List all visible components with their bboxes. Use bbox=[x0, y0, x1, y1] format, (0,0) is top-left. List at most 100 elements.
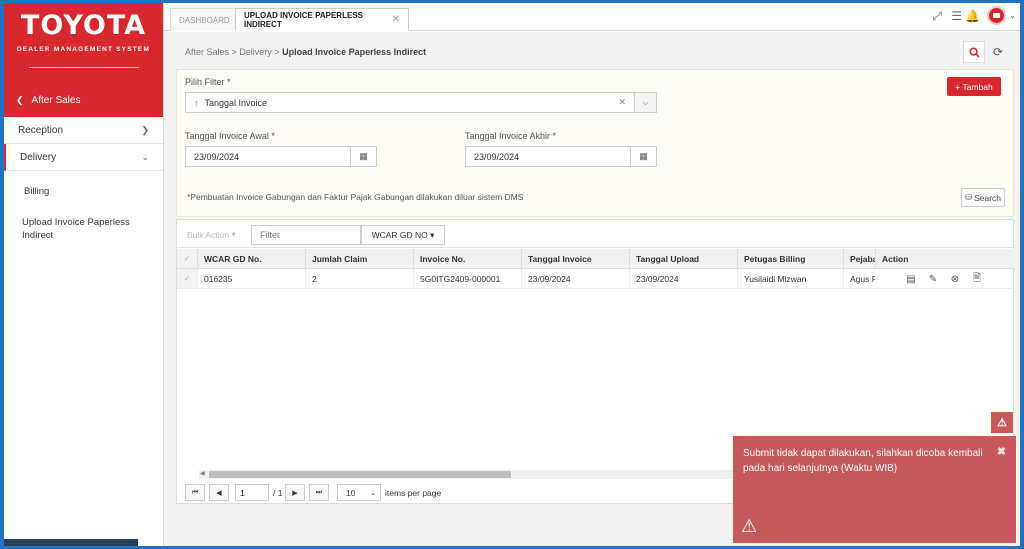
per-page-label: items per page bbox=[385, 488, 442, 498]
sidebar-item-label: Reception bbox=[18, 124, 64, 136]
sidebar-subitem-upload-invoice[interactable]: Upload Invoice Paperless Indirect bbox=[4, 210, 163, 248]
end-date-value: 23/09/2024 bbox=[474, 151, 520, 162]
grid-header: ✓ WCAR GD No. Jumlah Claim Invoice No. T… bbox=[177, 249, 1015, 269]
cell-wcar: 016235 bbox=[197, 269, 305, 288]
info-note: *Pembuatan Invoice Gabungan dan Faktur P… bbox=[187, 192, 524, 202]
horizontal-scrollbar[interactable]: ◀ bbox=[199, 470, 799, 479]
brand-header: TOYOTA DEALER MANAGEMENT SYSTEM bbox=[4, 3, 163, 84]
per-page-value: 10 bbox=[346, 487, 356, 498]
filter-label: Pilih Filter * bbox=[185, 77, 231, 87]
sidebar-item-reception[interactable]: Reception ❯ bbox=[4, 117, 163, 144]
sidebar-subitem-label: Upload Invoice Paperless Indirect bbox=[22, 217, 130, 241]
search-button[interactable]: ⛁ Search bbox=[961, 188, 1005, 207]
clear-icon[interactable]: ✕ bbox=[618, 97, 634, 108]
next-page-button[interactable]: ▶ bbox=[285, 484, 305, 501]
refresh-button[interactable]: ⟳ bbox=[988, 41, 1008, 63]
prev-page-button[interactable]: ◀ bbox=[209, 484, 229, 501]
column-header[interactable]: Jumlah Claim bbox=[305, 249, 413, 268]
scroll-left-icon[interactable]: ◀ bbox=[200, 470, 205, 477]
avatar[interactable] bbox=[987, 6, 1006, 25]
error-toast: Submit tidak dapat dilakukan, silahkan d… bbox=[733, 436, 1016, 543]
calendar-icon[interactable]: ▦ bbox=[350, 147, 376, 166]
end-date-label: Tanggal Invoice Akhir * bbox=[465, 131, 557, 141]
column-header[interactable]: Invoice No. bbox=[413, 249, 521, 268]
brand-divider bbox=[28, 67, 139, 68]
filter-panel: Pilih Filter * ↑ Tanggal Invoice ✕ ⌵ Tan… bbox=[176, 69, 1014, 217]
search-button-label: Search bbox=[974, 192, 1002, 203]
back-to-after-sales[interactable]: ❮ After Sales bbox=[4, 84, 163, 117]
refresh-icon: ⟳ bbox=[992, 45, 1004, 59]
sidebar-item-delivery[interactable]: Delivery ⌄ bbox=[4, 144, 163, 171]
column-header[interactable]: Tanggal Upload bbox=[629, 249, 737, 268]
row-checkbox[interactable]: ✓ bbox=[177, 269, 197, 288]
tab-dashboard[interactable]: DASHBOARD bbox=[170, 8, 239, 31]
bulk-action-label: Bulk Action bbox=[187, 229, 230, 240]
column-header[interactable]: Pejabat bbox=[843, 249, 875, 268]
view-detail-icon[interactable]: ▤ bbox=[905, 273, 917, 285]
tab-upload-invoice[interactable]: UPLOAD INVOICE PAPERLESS INDIRECT ✕ bbox=[235, 8, 409, 31]
field-select-dropdown[interactable]: WCAR GD NO ▾ bbox=[361, 225, 445, 245]
document-icon[interactable]: 🗎 bbox=[971, 273, 983, 285]
tab-label: UPLOAD INVOICE PAPERLESS INDIRECT bbox=[244, 10, 363, 29]
column-header[interactable]: WCAR GD No. bbox=[197, 249, 305, 268]
grid-toolbar: Bulk Action ▾ WCAR GD NO ▾ bbox=[177, 220, 1013, 248]
menu-icon[interactable]: ☰ bbox=[951, 9, 962, 23]
sidebar-subitem-label: Billing bbox=[24, 186, 50, 197]
table-row[interactable]: ✓ 016235 2 5G0ITG2409-000001 23/09/2024 … bbox=[177, 269, 1013, 289]
cell-tgl-upload: 23/09/2024 bbox=[629, 269, 737, 288]
per-page-select[interactable]: 10 ⌄ bbox=[337, 484, 381, 501]
add-button[interactable]: + Tambah bbox=[947, 77, 1001, 96]
first-page-button[interactable]: ⏮ bbox=[185, 484, 205, 501]
database-icon: ⛁ bbox=[964, 192, 973, 202]
column-header[interactable]: Tanggal Invoice bbox=[521, 249, 629, 268]
warning-icon: ⚠ bbox=[741, 516, 758, 536]
start-date-field[interactable]: 23/09/2024 ▦ bbox=[185, 146, 377, 167]
cell-jumlah: 2 bbox=[305, 269, 413, 288]
breadcrumb-item[interactable]: Delivery bbox=[239, 47, 272, 57]
breadcrumb-item[interactable]: After Sales bbox=[185, 47, 229, 57]
filter-select-value: Tanggal Invoice bbox=[204, 97, 268, 108]
search-toggle-button[interactable] bbox=[963, 41, 985, 63]
close-tab-icon[interactable]: ✕ bbox=[392, 14, 400, 25]
cell-tgl-invoice: 23/09/2024 bbox=[521, 269, 629, 288]
grid-filter-input[interactable] bbox=[251, 225, 361, 245]
last-page-button[interactable]: ⏭ bbox=[309, 484, 329, 501]
close-icon[interactable]: ✖ bbox=[997, 445, 1006, 458]
column-header[interactable]: Petugas Billing bbox=[737, 249, 843, 268]
start-date-label: Tanggal Invoice Awal * bbox=[185, 131, 275, 141]
start-date-value: 23/09/2024 bbox=[194, 151, 240, 162]
page-number-input[interactable] bbox=[235, 484, 269, 501]
caret-down-icon: ▾ bbox=[430, 229, 435, 240]
sidebar: TOYOTA DEALER MANAGEMENT SYSTEM ❮ After … bbox=[4, 3, 164, 546]
breadcrumb-current: Upload Invoice Paperless Indirect bbox=[282, 47, 427, 57]
chevron-down-icon[interactable]: ⌵ bbox=[634, 93, 656, 112]
chevron-down-icon[interactable]: ⌄ bbox=[1009, 11, 1016, 20]
chevron-down-icon: ⌄ bbox=[370, 489, 376, 497]
cell-petugas: Yusilaidi Mizwan bbox=[737, 269, 843, 288]
pin-icon: ↑ bbox=[194, 97, 199, 108]
search-icon bbox=[968, 46, 980, 58]
fullscreen-icon[interactable]: ⤢ bbox=[932, 9, 942, 24]
tab-label: DASHBOARD bbox=[179, 15, 230, 25]
bulk-action-dropdown[interactable]: Bulk Action ▾ bbox=[181, 225, 249, 244]
calendar-icon[interactable]: ▦ bbox=[630, 147, 656, 166]
scrollbar-thumb[interactable] bbox=[209, 471, 511, 478]
field-select-label: WCAR GD NO bbox=[371, 230, 428, 240]
brand-subtitle: DEALER MANAGEMENT SYSTEM bbox=[16, 46, 151, 53]
caret-down-icon: ▾ bbox=[231, 229, 236, 239]
bell-icon[interactable]: 🔔 bbox=[965, 9, 980, 23]
top-bar: DASHBOARD UPLOAD INVOICE PAPERLESS INDIR… bbox=[164, 3, 1020, 31]
filter-select[interactable]: ↑ Tanggal Invoice ✕ ⌵ bbox=[185, 92, 657, 113]
sidebar-subitem-billing[interactable]: Billing bbox=[4, 179, 163, 204]
chevron-down-icon: ⌄ bbox=[141, 151, 149, 162]
edit-pencil-icon[interactable]: ✎ bbox=[927, 273, 939, 285]
delete-circle-icon[interactable]: ⊗ bbox=[949, 273, 961, 285]
cell-invoice: 5G0ITG2409-000001 bbox=[413, 269, 521, 288]
warning-badge[interactable]: ⚠ bbox=[991, 412, 1013, 433]
end-date-field[interactable]: 23/09/2024 ▦ bbox=[465, 146, 657, 167]
chevron-right-icon: ❯ bbox=[141, 124, 149, 135]
sidebar-item-label: Delivery bbox=[20, 151, 57, 163]
select-all-checkbox[interactable]: ✓ bbox=[177, 249, 197, 268]
cell-pejabat: Agus P bbox=[843, 269, 875, 288]
page-total: / 1 bbox=[273, 488, 283, 498]
